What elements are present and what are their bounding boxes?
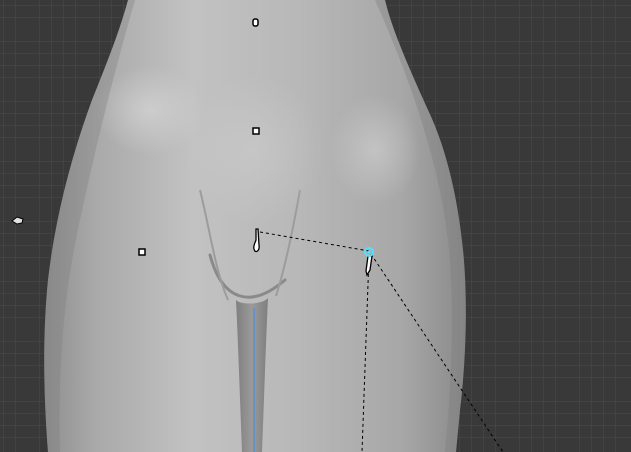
3d-viewport[interactable] (0, 0, 631, 452)
hip-left-empty-icon[interactable] (138, 248, 146, 256)
belly-highlight (185, 75, 325, 225)
hip-highlight-right (330, 95, 420, 205)
offscreen-arrow-icon[interactable] (11, 216, 24, 225)
pelvis-empty-icon[interactable] (252, 127, 260, 135)
navel-empty-icon[interactable] (252, 18, 259, 27)
body-mesh[interactable] (44, 0, 466, 452)
viewport-scene[interactable] (0, 0, 631, 452)
